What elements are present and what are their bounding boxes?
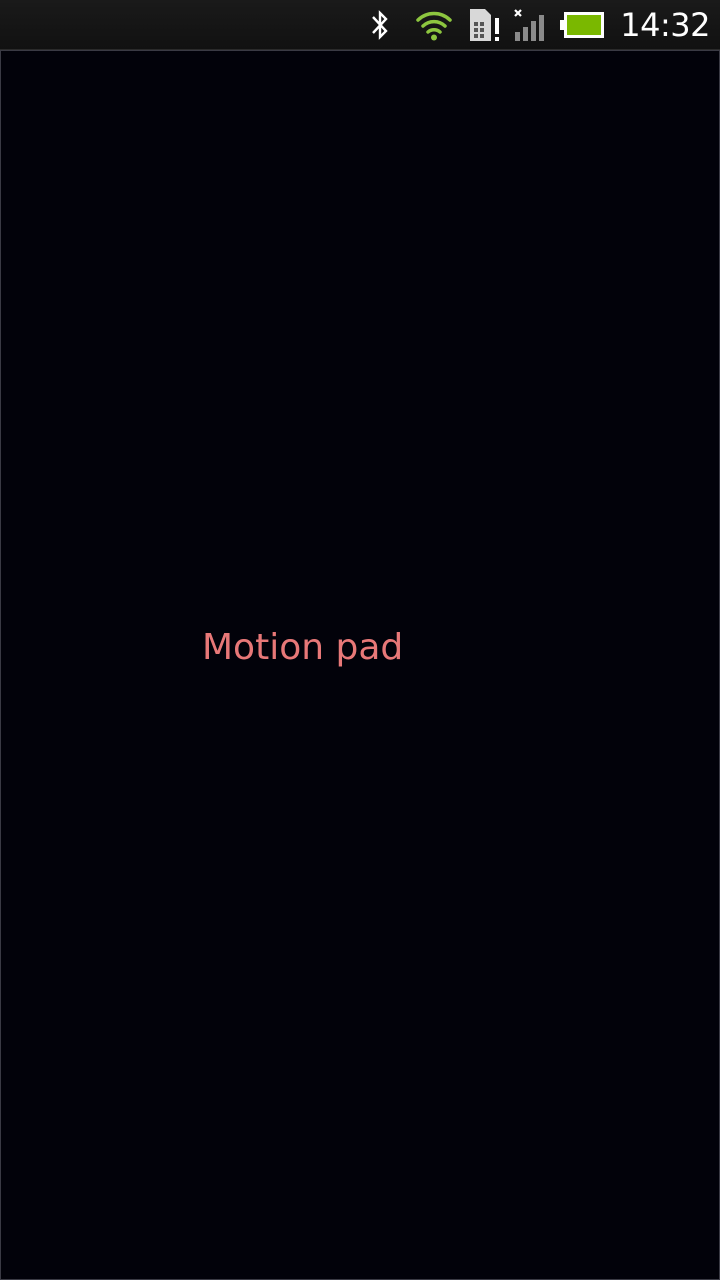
status-icons: 14:32: [366, 0, 710, 50]
clock: 14:32: [620, 6, 710, 44]
bluetooth-icon: [366, 0, 394, 50]
motion-pad[interactable]: Motion pad: [0, 50, 720, 1280]
sim-card-alert-icon: [466, 0, 504, 50]
wifi-icon: [412, 0, 456, 50]
motion-pad-label: Motion pad: [202, 627, 404, 668]
status-bar[interactable]: 14:32: [0, 0, 720, 50]
signal-no-service-icon: [512, 0, 552, 50]
battery-icon: [560, 0, 606, 50]
